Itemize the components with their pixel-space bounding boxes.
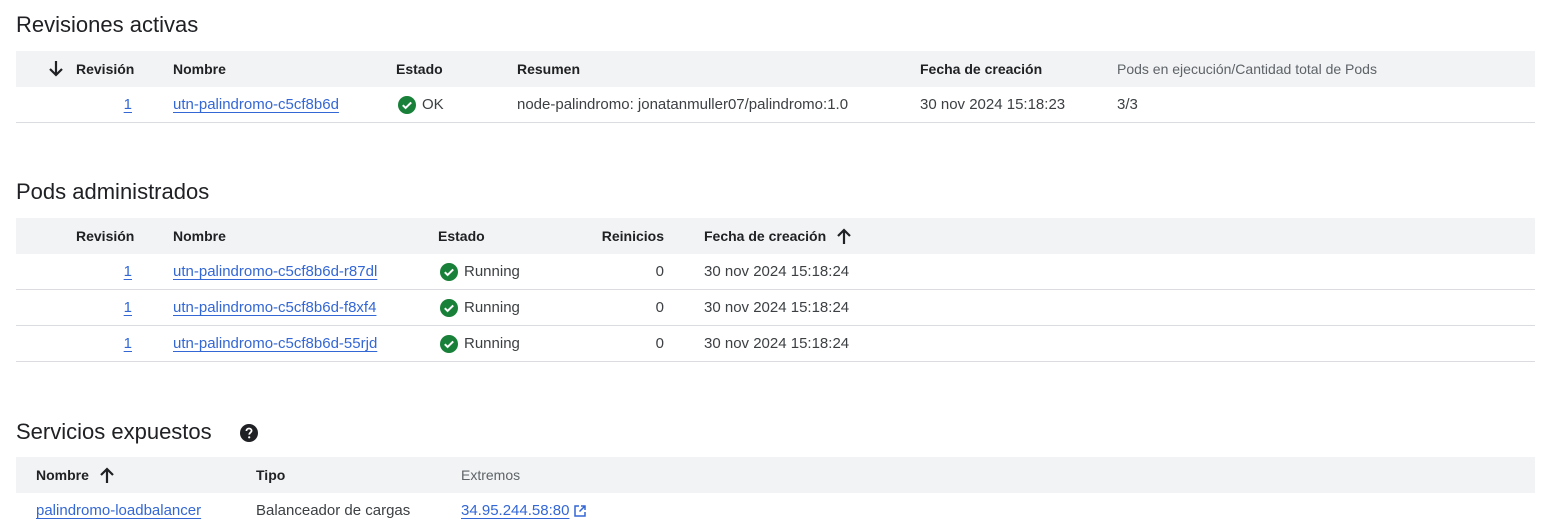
revisions-header-status[interactable]: Estado [396, 51, 443, 87]
revisions-header-name[interactable]: Nombre [173, 51, 226, 87]
pod-status-label: Running [464, 263, 520, 280]
pod-name-cell: utn-palindromo-c5cf8b6d-r87dl [173, 254, 377, 289]
services-section-title: Servicios expuestos [16, 419, 212, 444]
table-row: 1 utn-palindromo-c5cf8b6d-f8xf4 Running … [16, 290, 1535, 326]
revision-summary: node-palindromo: jonatanmuller07/palindr… [517, 96, 849, 113]
services-header-endpoints: Extremos [461, 467, 521, 483]
table-row: 1 utn-palindromo-c5cf8b6d OK node-palind… [16, 87, 1535, 123]
revision-created: 30 nov 2024 15:18:23 [920, 96, 1066, 113]
revisions-header-row: Revisión Nombre Estado Resumen Fecha de … [16, 51, 1535, 87]
pods-section-title: Pods administrados [16, 179, 210, 204]
pods-table: Revisión Nombre Estado Reinicios Fecha d… [16, 218, 1535, 362]
pod-name-link[interactable]: utn-palindromo-c5cf8b6d-r87dl [173, 263, 377, 280]
services-header-name[interactable]: Nombre [36, 457, 115, 493]
table-row: 1 utn-palindromo-c5cf8b6d-55rjd Running … [16, 326, 1535, 362]
services-table: Nombre Tipo Extremos palindromo-loadbala… [16, 457, 1535, 528]
arrow-up-icon[interactable] [836, 227, 852, 245]
revisions-header-summary[interactable]: Resumen [517, 51, 580, 87]
revisions-header-revision-label: Revisión [76, 61, 135, 77]
service-name-cell: palindromo-loadbalancer [36, 493, 201, 528]
revisions-header-created[interactable]: Fecha de creación [920, 51, 1042, 87]
table-row: palindromo-loadbalancer Balanceador de c… [16, 493, 1535, 528]
pod-status: Running [440, 254, 520, 289]
pods-header-created[interactable]: Fecha de creación [704, 218, 852, 254]
revision-status-label: OK [422, 96, 444, 113]
pod-status: Running [440, 326, 520, 361]
pod-revision: 1 [16, 290, 132, 325]
pod-name-link[interactable]: utn-palindromo-c5cf8b6d-f8xf4 [173, 299, 376, 316]
revision-status: OK [398, 87, 444, 122]
revision-pods: 3/3 [1117, 96, 1138, 113]
pod-status: Running [440, 290, 520, 325]
pod-revision-link[interactable]: 1 [124, 335, 132, 352]
check-circle-icon [398, 95, 416, 114]
check-circle-icon [440, 334, 458, 353]
pods-header-revision[interactable]: Revisión [76, 218, 134, 254]
pods-header-status[interactable]: Estado [438, 218, 485, 254]
pod-name-cell: utn-palindromo-c5cf8b6d-55rjd [173, 326, 377, 361]
revision-number: 1 [16, 87, 132, 122]
revisions-section-title: Revisiones activas [16, 12, 199, 37]
arrow-down-icon[interactable] [48, 60, 64, 78]
pod-revision: 1 [16, 254, 132, 289]
pods-header-row: Revisión Nombre Estado Reinicios Fecha d… [16, 218, 1535, 254]
open-in-new-icon[interactable] [573, 504, 587, 518]
pod-revision-link[interactable]: 1 [124, 263, 132, 280]
pod-status-label: Running [464, 335, 520, 352]
revision-name-cell: utn-palindromo-c5cf8b6d [173, 87, 339, 122]
pod-name-cell: utn-palindromo-c5cf8b6d-f8xf4 [173, 290, 376, 325]
table-row: 1 utn-palindromo-c5cf8b6d-r87dl Running … [16, 254, 1535, 290]
pod-status-label: Running [464, 299, 520, 316]
service-endpoint-cell: 34.95.244.58:80 [461, 493, 587, 528]
revision-name-link[interactable]: utn-palindromo-c5cf8b6d [173, 96, 339, 113]
pod-created: 30 nov 2024 15:18:24 [704, 263, 850, 280]
check-circle-icon [440, 298, 458, 317]
service-name-link[interactable]: palindromo-loadbalancer [36, 502, 201, 519]
pods-header-restarts[interactable]: Reinicios [576, 218, 664, 254]
pod-name-link[interactable]: utn-palindromo-c5cf8b6d-55rjd [173, 335, 377, 352]
service-type: Balanceador de cargas [256, 502, 411, 519]
pod-revision: 1 [16, 326, 132, 361]
revisions-header-pods: Pods en ejecución/Cantidad total de Pods [1117, 61, 1377, 77]
pod-restarts: 0 [655, 263, 664, 280]
pod-created: 30 nov 2024 15:18:24 [704, 335, 850, 352]
help-circle-icon[interactable] [240, 424, 258, 442]
services-header-name-label: Nombre [36, 467, 89, 483]
pods-header-name[interactable]: Nombre [173, 218, 226, 254]
services-header-row: Nombre Tipo Extremos [16, 457, 1535, 493]
arrow-up-icon[interactable] [99, 466, 115, 484]
pods-header-created-label: Fecha de creación [704, 228, 827, 244]
pod-revision-link[interactable]: 1 [124, 299, 132, 316]
revisions-header-revision[interactable]: Revisión [48, 51, 134, 87]
pod-restarts: 0 [655, 299, 664, 316]
services-header-type[interactable]: Tipo [256, 457, 285, 493]
service-endpoint-link[interactable]: 34.95.244.58:80 [461, 502, 569, 519]
pod-created: 30 nov 2024 15:18:24 [704, 299, 850, 316]
check-circle-icon [440, 262, 458, 281]
revisions-table: Revisión Nombre Estado Resumen Fecha de … [16, 51, 1535, 123]
pod-restarts: 0 [655, 335, 664, 352]
revision-link[interactable]: 1 [124, 96, 132, 113]
